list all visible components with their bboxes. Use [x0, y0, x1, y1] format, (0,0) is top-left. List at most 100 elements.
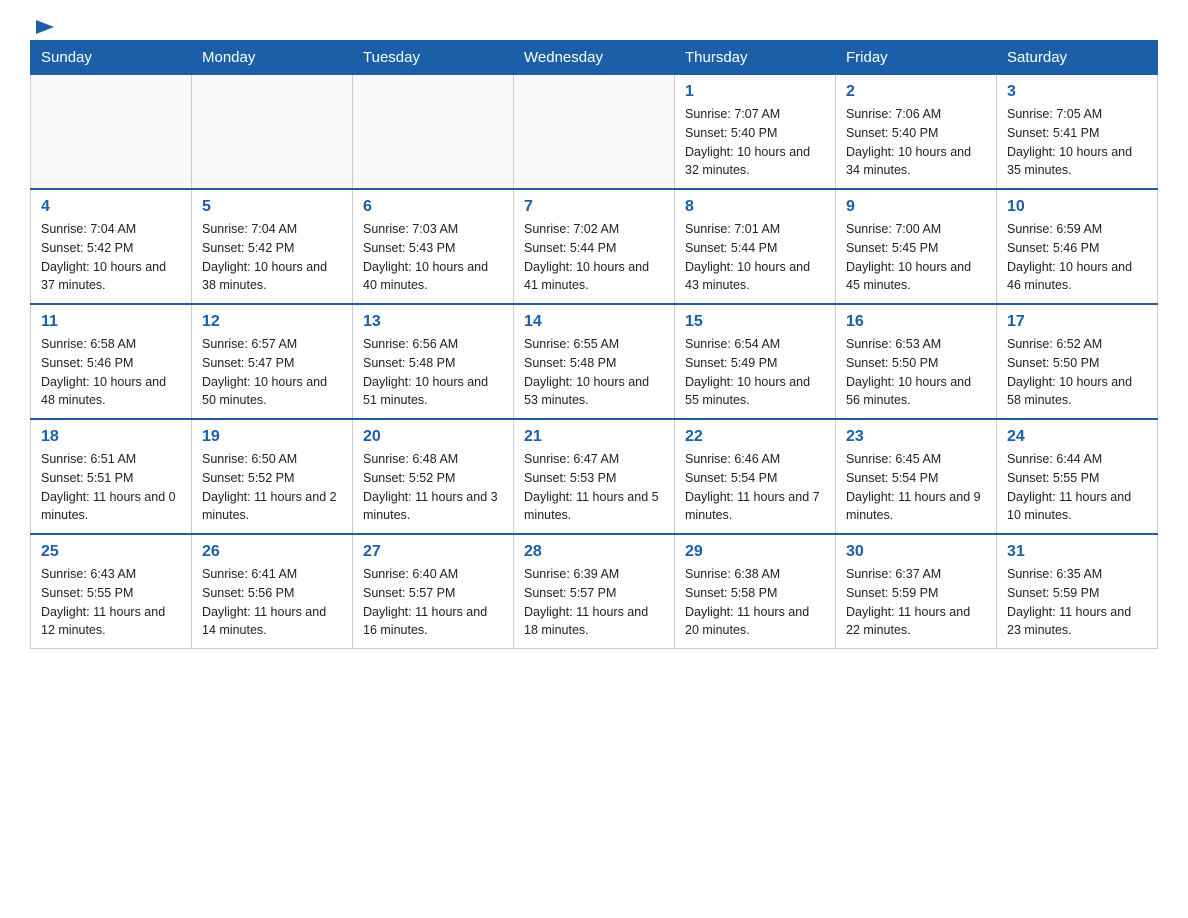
logo [30, 20, 54, 30]
day-number: 20 [363, 428, 503, 446]
day-number: 23 [846, 428, 986, 446]
logo-arrow-icon [36, 20, 54, 34]
day-number: 27 [363, 543, 503, 561]
calendar-header-tuesday: Tuesday [353, 41, 514, 75]
day-number: 14 [524, 313, 664, 331]
day-info: Sunrise: 7:02 AMSunset: 5:44 PMDaylight:… [524, 220, 664, 295]
calendar-header-thursday: Thursday [675, 41, 836, 75]
calendar-week-row: 1 Sunrise: 7:07 AMSunset: 5:40 PMDaylight… [31, 75, 1158, 190]
day-info: Sunrise: 6:44 AMSunset: 5:55 PMDaylight:… [1007, 450, 1147, 525]
calendar-cell: 25 Sunrise: 6:43 AMSunset: 5:55 PMDayligh… [31, 534, 192, 649]
calendar-week-row: 25 Sunrise: 6:43 AMSunset: 5:55 PMDayligh… [31, 534, 1158, 649]
day-info: Sunrise: 6:41 AMSunset: 5:56 PMDaylight:… [202, 565, 342, 640]
day-number: 22 [685, 428, 825, 446]
calendar-cell: 13 Sunrise: 6:56 AMSunset: 5:48 PMDayligh… [353, 304, 514, 419]
calendar-cell: 7 Sunrise: 7:02 AMSunset: 5:44 PMDaylight… [514, 189, 675, 304]
day-number: 26 [202, 543, 342, 561]
calendar-cell: 22Sunrise: 6:46 AMSunset: 5:54 PMDayligh… [675, 419, 836, 534]
day-number: 11 [41, 313, 181, 331]
calendar-header-sunday: Sunday [31, 41, 192, 75]
calendar-header-row: SundayMondayTuesdayWednesdayThursdayFrid… [31, 41, 1158, 75]
calendar-cell: 4 Sunrise: 7:04 AMSunset: 5:42 PMDaylight… [31, 189, 192, 304]
day-number: 6 [363, 198, 503, 216]
calendar-cell: 21 Sunrise: 6:47 AMSunset: 5:53 PMDayligh… [514, 419, 675, 534]
day-info: Sunrise: 6:55 AMSunset: 5:48 PMDaylight:… [524, 335, 664, 410]
calendar-cell: 20 Sunrise: 6:48 AMSunset: 5:52 PMDayligh… [353, 419, 514, 534]
day-info: Sunrise: 6:37 AMSunset: 5:59 PMDaylight:… [846, 565, 986, 640]
calendar-cell: 23 Sunrise: 6:45 AMSunset: 5:54 PMDayligh… [836, 419, 997, 534]
calendar-cell: 16 Sunrise: 6:53 AMSunset: 5:50 PMDayligh… [836, 304, 997, 419]
day-number: 25 [41, 543, 181, 561]
day-number: 19 [202, 428, 342, 446]
calendar-cell: 30Sunrise: 6:37 AMSunset: 5:59 PMDayligh… [836, 534, 997, 649]
calendar-cell: 31Sunrise: 6:35 AMSunset: 5:59 PMDayligh… [997, 534, 1158, 649]
day-number: 16 [846, 313, 986, 331]
day-number: 24 [1007, 428, 1147, 446]
calendar-header-friday: Friday [836, 41, 997, 75]
day-info: Sunrise: 7:05 AMSunset: 5:41 PMDaylight:… [1007, 105, 1147, 180]
day-info: Sunrise: 7:07 AMSunset: 5:40 PMDaylight:… [685, 105, 825, 180]
calendar-cell: 8Sunrise: 7:01 AMSunset: 5:44 PMDaylight… [675, 189, 836, 304]
calendar-cell [514, 75, 675, 190]
day-info: Sunrise: 6:48 AMSunset: 5:52 PMDaylight:… [363, 450, 503, 525]
day-number: 28 [524, 543, 664, 561]
calendar-cell: 19Sunrise: 6:50 AMSunset: 5:52 PMDayligh… [192, 419, 353, 534]
calendar-week-row: 18 Sunrise: 6:51 AMSunset: 5:51 PMDayligh… [31, 419, 1158, 534]
day-info: Sunrise: 7:03 AMSunset: 5:43 PMDaylight:… [363, 220, 503, 295]
day-info: Sunrise: 7:00 AMSunset: 5:45 PMDaylight:… [846, 220, 986, 295]
day-info: Sunrise: 6:47 AMSunset: 5:53 PMDaylight:… [524, 450, 664, 525]
calendar-cell: 1 Sunrise: 7:07 AMSunset: 5:40 PMDaylight… [675, 75, 836, 190]
calendar-cell: 15 Sunrise: 6:54 AMSunset: 5:49 PMDayligh… [675, 304, 836, 419]
calendar-cell: 24 Sunrise: 6:44 AMSunset: 5:55 PMDayligh… [997, 419, 1158, 534]
day-number: 18 [41, 428, 181, 446]
day-number: 1 [685, 83, 825, 101]
calendar-header-wednesday: Wednesday [514, 41, 675, 75]
day-number: 7 [524, 198, 664, 216]
calendar-cell: 26 Sunrise: 6:41 AMSunset: 5:56 PMDayligh… [192, 534, 353, 649]
calendar-cell: 10 Sunrise: 6:59 AMSunset: 5:46 PMDayligh… [997, 189, 1158, 304]
day-info: Sunrise: 6:58 AMSunset: 5:46 PMDaylight:… [41, 335, 181, 410]
day-number: 10 [1007, 198, 1147, 216]
calendar-cell: 27Sunrise: 6:40 AMSunset: 5:57 PMDayligh… [353, 534, 514, 649]
day-number: 17 [1007, 313, 1147, 331]
day-number: 5 [202, 198, 342, 216]
calendar-cell: 9Sunrise: 7:00 AMSunset: 5:45 PMDaylight… [836, 189, 997, 304]
day-info: Sunrise: 6:59 AMSunset: 5:46 PMDaylight:… [1007, 220, 1147, 295]
page-header [30, 20, 1158, 30]
calendar-cell: 28 Sunrise: 6:39 AMSunset: 5:57 PMDayligh… [514, 534, 675, 649]
calendar-header-monday: Monday [192, 41, 353, 75]
day-number: 2 [846, 83, 986, 101]
day-number: 15 [685, 313, 825, 331]
calendar-cell: 3 Sunrise: 7:05 AMSunset: 5:41 PMDaylight… [997, 75, 1158, 190]
day-info: Sunrise: 6:43 AMSunset: 5:55 PMDaylight:… [41, 565, 181, 640]
day-info: Sunrise: 6:45 AMSunset: 5:54 PMDaylight:… [846, 450, 986, 525]
day-info: Sunrise: 6:53 AMSunset: 5:50 PMDaylight:… [846, 335, 986, 410]
day-number: 21 [524, 428, 664, 446]
day-info: Sunrise: 6:56 AMSunset: 5:48 PMDaylight:… [363, 335, 503, 410]
day-number: 4 [41, 198, 181, 216]
day-number: 3 [1007, 83, 1147, 101]
day-info: Sunrise: 6:35 AMSunset: 5:59 PMDaylight:… [1007, 565, 1147, 640]
calendar-week-row: 4 Sunrise: 7:04 AMSunset: 5:42 PMDaylight… [31, 189, 1158, 304]
day-info: Sunrise: 6:51 AMSunset: 5:51 PMDaylight:… [41, 450, 181, 525]
day-number: 12 [202, 313, 342, 331]
calendar-cell: 17Sunrise: 6:52 AMSunset: 5:50 PMDayligh… [997, 304, 1158, 419]
calendar-cell: 6 Sunrise: 7:03 AMSunset: 5:43 PMDaylight… [353, 189, 514, 304]
calendar-cell: 29 Sunrise: 6:38 AMSunset: 5:58 PMDayligh… [675, 534, 836, 649]
calendar-cell: 2Sunrise: 7:06 AMSunset: 5:40 PMDaylight… [836, 75, 997, 190]
day-number: 13 [363, 313, 503, 331]
day-info: Sunrise: 6:54 AMSunset: 5:49 PMDaylight:… [685, 335, 825, 410]
calendar-cell: 5Sunrise: 7:04 AMSunset: 5:42 PMDaylight… [192, 189, 353, 304]
day-number: 8 [685, 198, 825, 216]
day-info: Sunrise: 6:57 AMSunset: 5:47 PMDaylight:… [202, 335, 342, 410]
calendar-table: SundayMondayTuesdayWednesdayThursdayFrid… [30, 40, 1158, 649]
calendar-cell [31, 75, 192, 190]
day-number: 29 [685, 543, 825, 561]
calendar-cell: 11 Sunrise: 6:58 AMSunset: 5:46 PMDayligh… [31, 304, 192, 419]
day-info: Sunrise: 6:39 AMSunset: 5:57 PMDaylight:… [524, 565, 664, 640]
calendar-cell [353, 75, 514, 190]
calendar-cell: 12 Sunrise: 6:57 AMSunset: 5:47 PMDayligh… [192, 304, 353, 419]
calendar-week-row: 11 Sunrise: 6:58 AMSunset: 5:46 PMDayligh… [31, 304, 1158, 419]
day-info: Sunrise: 6:38 AMSunset: 5:58 PMDaylight:… [685, 565, 825, 640]
day-info: Sunrise: 7:04 AMSunset: 5:42 PMDaylight:… [41, 220, 181, 295]
